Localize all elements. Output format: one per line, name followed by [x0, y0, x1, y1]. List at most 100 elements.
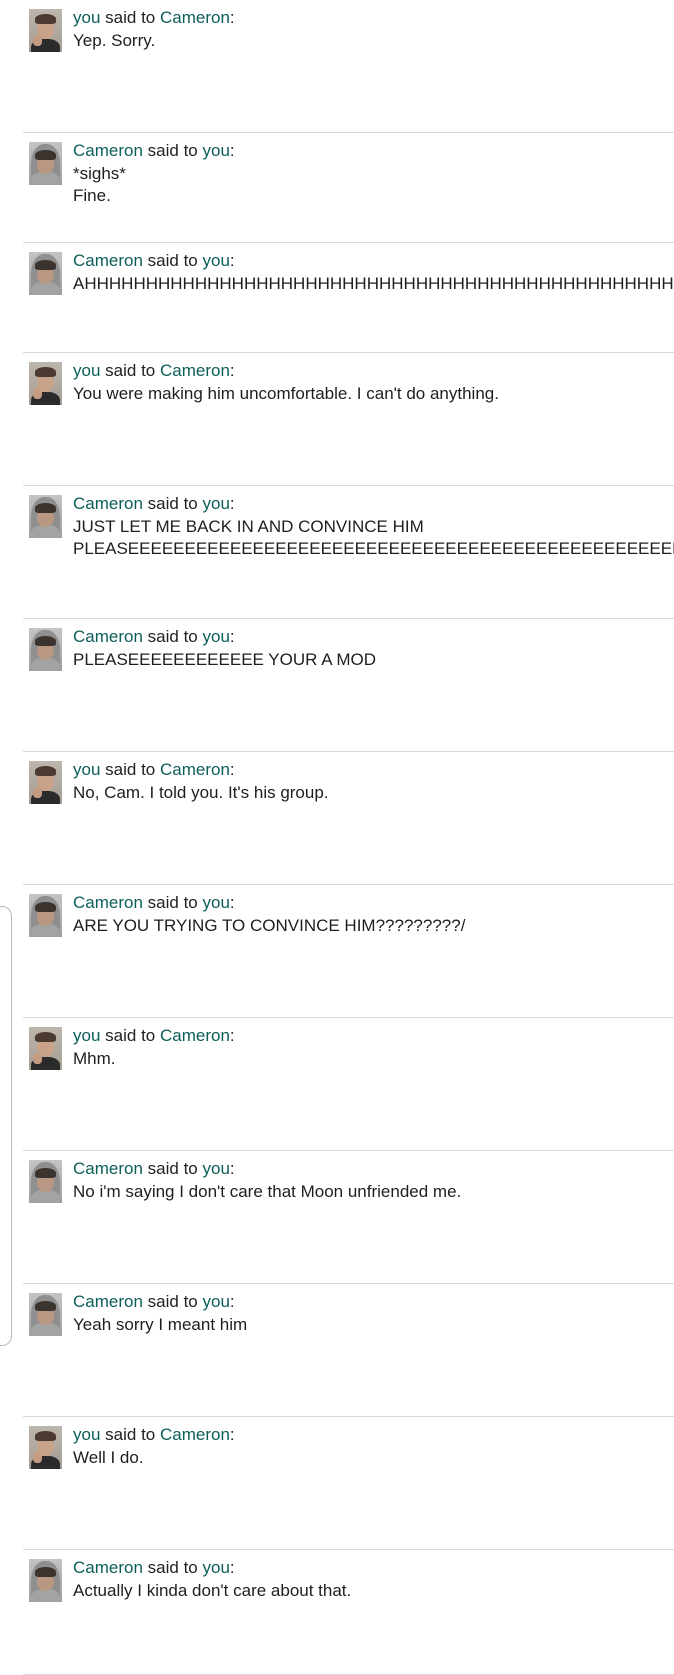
- sender-link[interactable]: you: [73, 361, 100, 380]
- avatar-you-icon[interactable]: [29, 362, 62, 405]
- message-item: Cameron said to you: PLEASEEEEEEEEEEEE YO…: [23, 619, 674, 752]
- header-colon: :: [229, 1026, 235, 1045]
- recipient-link[interactable]: Cameron: [160, 1425, 230, 1444]
- side-bracket: [0, 906, 12, 1346]
- sender-link[interactable]: Cameron: [73, 494, 143, 513]
- sender-link[interactable]: you: [73, 8, 100, 27]
- recipient-link[interactable]: Cameron: [160, 8, 230, 27]
- message-text-line: Well I do.: [73, 1448, 144, 1467]
- header-colon: :: [229, 361, 235, 380]
- message-header: Cameron said to you:: [73, 626, 235, 648]
- message-body: Well I do.: [73, 1447, 144, 1469]
- message-text-line: ARE YOU TRYING TO CONVINCE HIM?????????/: [73, 916, 466, 935]
- header-colon: :: [229, 1159, 235, 1178]
- message-text-line: You were making him uncomfortable. I can…: [73, 384, 499, 403]
- said-to-text: said to: [105, 8, 156, 27]
- message-body: *sighs* Fine.: [73, 163, 126, 207]
- message-text-line: JUST LET ME BACK IN AND CONVINCE HIM: [73, 517, 424, 536]
- avatar-cameron-icon[interactable]: [29, 1160, 62, 1203]
- message-text-line: Yep. Sorry.: [73, 31, 156, 50]
- said-to-text: said to: [147, 251, 198, 270]
- avatar-you-icon[interactable]: [29, 761, 62, 804]
- message-body: No, Cam. I told you. It's his group.: [73, 782, 329, 804]
- said-to-text: said to: [147, 494, 198, 513]
- recipient-link[interactable]: you: [202, 893, 229, 912]
- message-header: Cameron said to you:: [73, 892, 235, 914]
- sender-link[interactable]: you: [73, 760, 100, 779]
- avatar-you-icon[interactable]: [29, 1426, 62, 1469]
- sender-link[interactable]: Cameron: [73, 141, 143, 160]
- sender-link[interactable]: you: [73, 1026, 100, 1045]
- message-item: you said to Cameron: Well I do.: [23, 1417, 674, 1550]
- message-header: you said to Cameron:: [73, 759, 235, 781]
- message-header: Cameron said to you:: [73, 493, 235, 515]
- avatar-cameron-icon[interactable]: [29, 894, 62, 937]
- message-body: Mhm.: [73, 1048, 116, 1070]
- header-colon: :: [229, 494, 235, 513]
- header-colon: :: [229, 760, 235, 779]
- said-to-text: said to: [147, 1558, 198, 1577]
- recipient-link[interactable]: Cameron: [160, 1026, 230, 1045]
- message-body: ARE YOU TRYING TO CONVINCE HIM?????????/: [73, 915, 465, 937]
- avatar-you-icon[interactable]: [29, 1027, 62, 1070]
- sender-link[interactable]: Cameron: [73, 627, 143, 646]
- message-item: Cameron said to you: AHHHHHHHHHHHHHHHHHHH…: [23, 243, 674, 353]
- message-item: Cameron said to you: Yeah sorry I meant h…: [23, 1284, 674, 1417]
- message-body: You were making him uncomfortable. I can…: [73, 383, 499, 405]
- said-to-text: said to: [105, 361, 156, 380]
- recipient-link[interactable]: you: [202, 141, 229, 160]
- said-to-text: said to: [105, 760, 156, 779]
- message-item: Cameron said to you: Actually I kinda don…: [23, 1550, 674, 1675]
- message-item: you said to Cameron: Yep. Sorry.: [23, 0, 674, 133]
- sender-link[interactable]: Cameron: [73, 1292, 143, 1311]
- avatar-cameron-icon[interactable]: [29, 628, 62, 671]
- message-header: Cameron said to you:: [73, 1291, 235, 1313]
- message-text-line: Fine.: [73, 186, 111, 205]
- message-body: Yep. Sorry.: [73, 30, 155, 52]
- said-to-text: said to: [147, 893, 198, 912]
- header-colon: :: [229, 1292, 235, 1311]
- header-colon: :: [229, 1425, 235, 1444]
- message-text-line: *sighs*: [73, 164, 126, 183]
- avatar-cameron-icon[interactable]: [29, 1559, 62, 1602]
- message-header: Cameron said to you:: [73, 1158, 235, 1180]
- avatar-cameron-icon[interactable]: [29, 252, 62, 295]
- recipient-link[interactable]: you: [202, 494, 229, 513]
- recipient-link[interactable]: you: [202, 1292, 229, 1311]
- message-text-line: Mhm.: [73, 1049, 116, 1068]
- message-item: Cameron said to you: JUST LET ME BACK IN …: [23, 486, 674, 619]
- recipient-link[interactable]: you: [202, 1159, 229, 1178]
- avatar-you-icon[interactable]: [29, 9, 62, 52]
- message-item: you said to Cameron: Mhm.: [23, 1018, 674, 1151]
- header-colon: :: [229, 141, 235, 160]
- recipient-link[interactable]: Cameron: [160, 760, 230, 779]
- avatar-cameron-icon[interactable]: [29, 1293, 62, 1336]
- avatar-cameron-icon[interactable]: [29, 142, 62, 185]
- said-to-text: said to: [105, 1425, 156, 1444]
- message-body: No i'm saying I don't care that Moon unf…: [73, 1181, 461, 1203]
- message-text-line: No i'm saying I don't care that Moon unf…: [73, 1182, 462, 1201]
- message-item: Cameron said to you: *sighs* Fine.: [23, 133, 674, 243]
- sender-link[interactable]: Cameron: [73, 1558, 143, 1577]
- header-colon: :: [229, 893, 235, 912]
- recipient-link[interactable]: you: [202, 1558, 229, 1577]
- message-body: Yeah sorry I meant him: [73, 1314, 247, 1336]
- message-body: AHHHHHHHHHHHHHHHHHHHHHHHHHHHHHHHHHHHHHHH…: [73, 273, 674, 295]
- sender-link[interactable]: Cameron: [73, 251, 143, 270]
- message-item: Cameron said to you: ARE YOU TRYING TO CO…: [23, 885, 674, 1018]
- recipient-link[interactable]: Cameron: [160, 361, 230, 380]
- message-header: you said to Cameron:: [73, 1025, 235, 1047]
- message-header: you said to Cameron:: [73, 360, 235, 382]
- message-text-line: PLEASEEEEEEEEEEEEEEEEEEEEEEEEEEEEEEEEEEE…: [73, 539, 674, 558]
- avatar-cameron-icon[interactable]: [29, 495, 62, 538]
- message-text-line: PLEASEEEEEEEEEEEE YOUR A MOD: [73, 650, 376, 669]
- message-text-line: No, Cam. I told you. It's his group.: [73, 783, 329, 802]
- sender-link[interactable]: you: [73, 1425, 100, 1444]
- recipient-link[interactable]: you: [202, 251, 229, 270]
- message-header: Cameron said to you:: [73, 140, 235, 162]
- sender-link[interactable]: Cameron: [73, 1159, 143, 1178]
- sender-link[interactable]: Cameron: [73, 893, 143, 912]
- message-text-line: Yeah sorry I meant him: [73, 1315, 248, 1334]
- recipient-link[interactable]: you: [202, 627, 229, 646]
- message-header: Cameron said to you:: [73, 1557, 235, 1579]
